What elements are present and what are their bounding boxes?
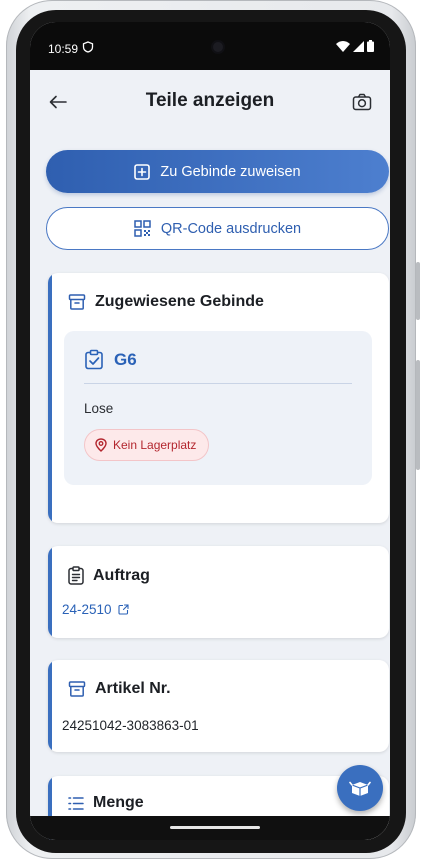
- quantity-heading: Menge: [68, 794, 144, 812]
- container-card[interactable]: G6 Lose Kein Lagerplatz: [64, 331, 372, 485]
- location-badge-text: Kein Lagerplatz: [113, 438, 197, 452]
- order-heading: Auftrag: [68, 566, 150, 585]
- page-title: Teile anzeigen: [145, 90, 275, 111]
- container-divider: [84, 383, 352, 384]
- volume-button: [416, 262, 420, 320]
- article-heading: Artikel Nr.: [68, 680, 171, 698]
- signal-icon: [353, 40, 364, 52]
- status-time: 10:59: [48, 42, 79, 56]
- power-button: [416, 360, 420, 470]
- app-screen: 10:59 Teile anzeigen Zu Gebinde zuweisen…: [30, 22, 390, 840]
- order-heading-text: Auftrag: [93, 566, 150, 584]
- status-icons: [336, 40, 374, 52]
- qr-code-icon: [134, 220, 151, 237]
- print-qr-code-button[interactable]: QR-Code ausdrucken: [46, 207, 389, 250]
- location-status-badge: Kein Lagerplatz: [84, 429, 210, 461]
- list-icon: [68, 796, 84, 810]
- assign-to-container-button[interactable]: Zu Gebinde zuweisen: [46, 150, 389, 193]
- front-camera: [213, 42, 223, 52]
- container-type: Lose: [84, 401, 114, 416]
- vpn-shield-icon: [82, 41, 94, 53]
- battery-icon: [367, 40, 374, 52]
- external-link-icon: [117, 604, 129, 615]
- package-icon: [349, 781, 371, 796]
- archive-box-icon: [68, 294, 86, 310]
- plus-square-icon: [134, 163, 151, 180]
- app-bar: Teile anzeigen: [30, 70, 390, 132]
- map-pin-icon: [95, 438, 107, 452]
- assigned-heading-text: Zugewiesene Gebinde: [95, 293, 264, 310]
- order-card: Auftrag 24-2510: [48, 546, 389, 638]
- system-navigation-bar: [30, 816, 390, 840]
- order-link[interactable]: 24-2510: [62, 602, 129, 617]
- wifi-icon: [336, 40, 350, 52]
- camera-icon: [352, 93, 372, 111]
- camera-button[interactable]: [348, 88, 376, 116]
- home-gesture-handle[interactable]: [170, 826, 260, 829]
- quantity-heading-text: Menge: [93, 794, 144, 811]
- clipboard-check-icon: [85, 349, 103, 370]
- order-number: 24-2510: [62, 602, 112, 617]
- status-bar: 10:59: [30, 22, 390, 70]
- print-qr-button-label: QR-Code ausdrucken: [160, 220, 302, 237]
- assigned-containers-heading: Zugewiesene Gebinde: [68, 293, 264, 311]
- article-heading-text: Artikel Nr.: [95, 680, 171, 697]
- clipboard-text-icon: [68, 566, 84, 585]
- assigned-containers-card: Zugewiesene Gebinde G6 Lose Kein Lagerpl…: [48, 273, 389, 523]
- assign-button-label: Zu Gebinde zuweisen: [160, 163, 301, 180]
- container-title: G6: [84, 349, 137, 370]
- package-fab-button[interactable]: [337, 765, 383, 811]
- article-number: 24251042-3083863-01: [62, 718, 199, 733]
- container-name: G6: [114, 349, 137, 369]
- article-number-card: Artikel Nr. 24251042-3083863-01: [48, 660, 389, 752]
- archive-box-icon: [68, 681, 86, 697]
